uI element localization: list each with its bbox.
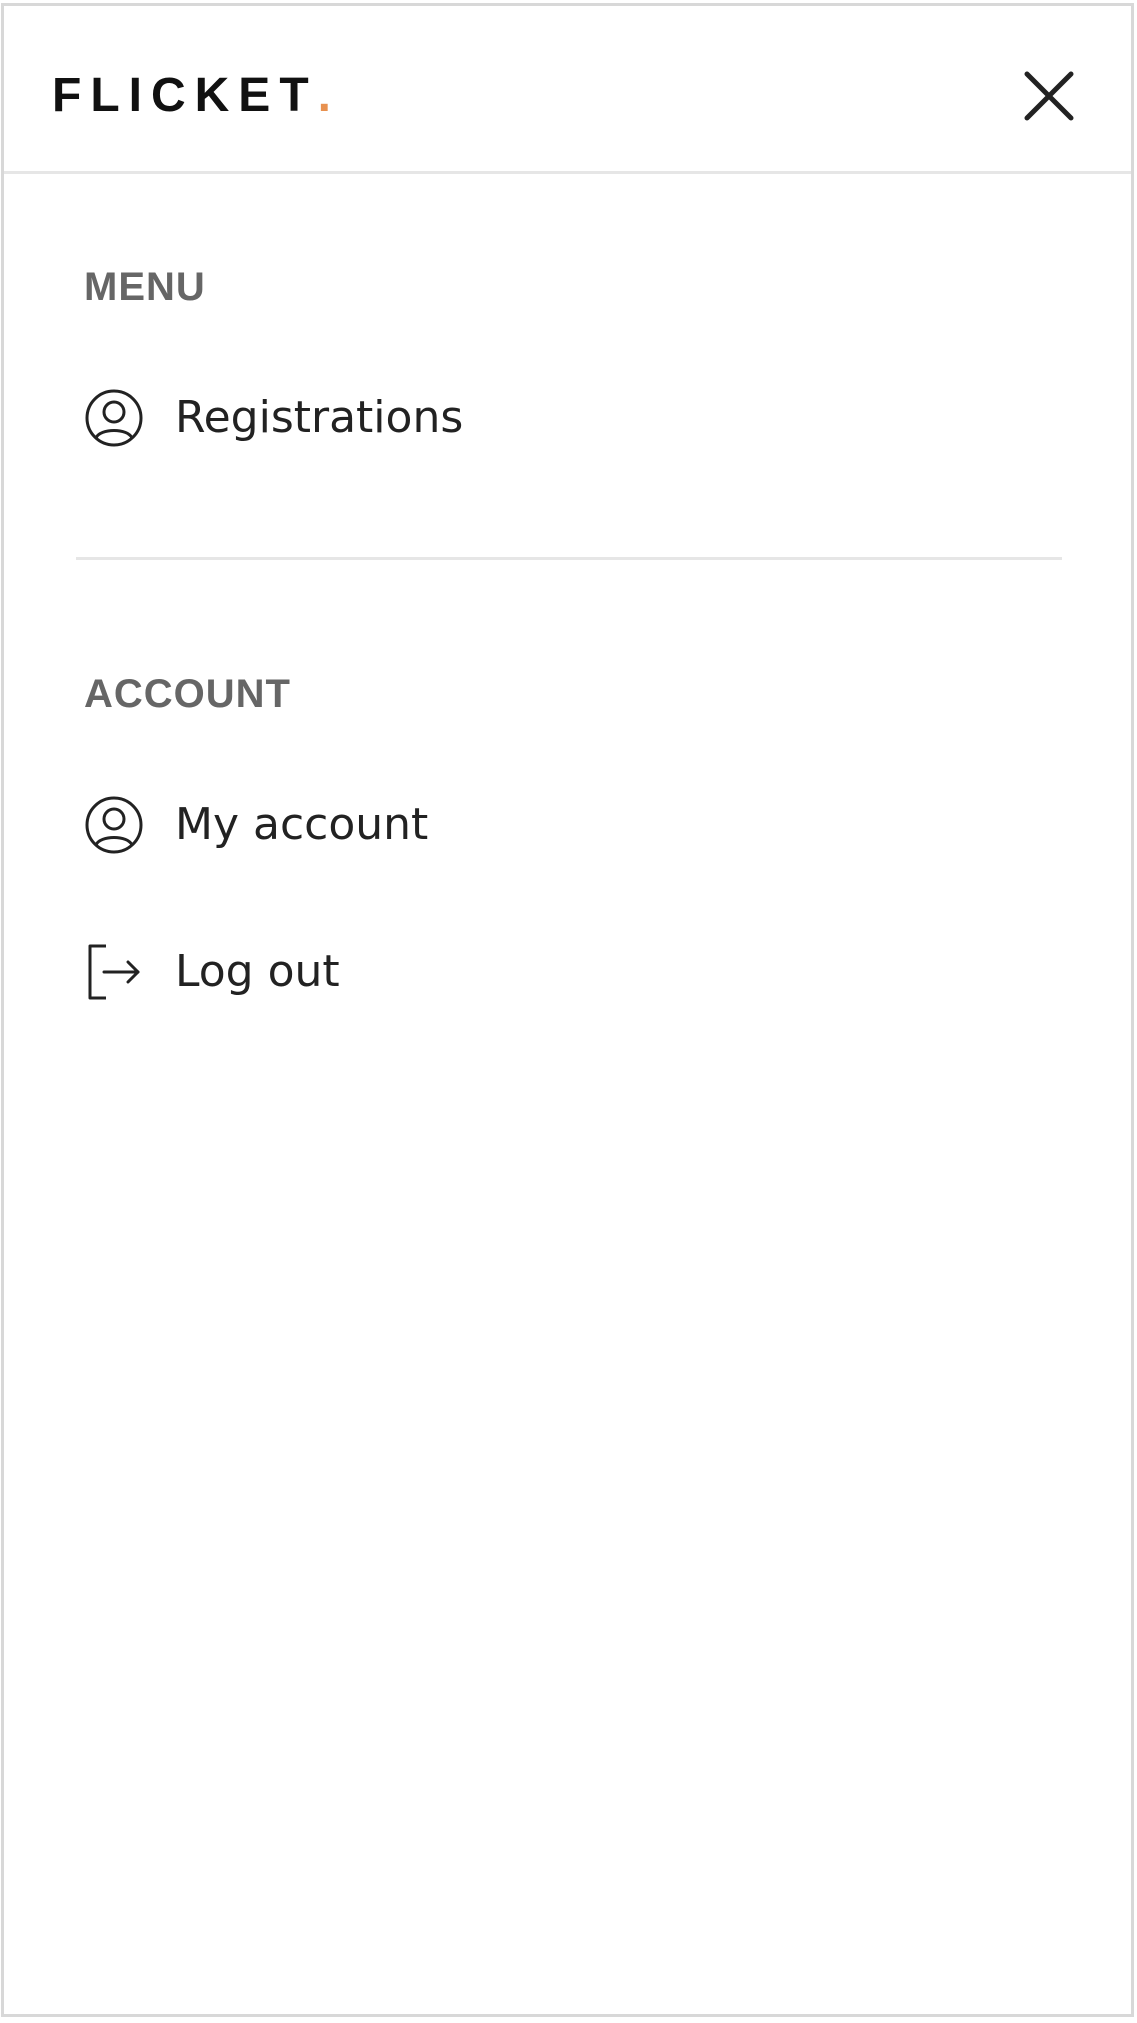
nav-item-registrations[interactable]: Registrations bbox=[84, 387, 463, 449]
nav-item-log-out[interactable]: Log out bbox=[84, 941, 340, 1003]
user-circle-icon bbox=[84, 388, 144, 448]
nav-item-label: My account bbox=[175, 799, 429, 850]
drawer-header: FLICKET. bbox=[4, 6, 1131, 174]
logout-icon bbox=[84, 942, 144, 1002]
nav-item-label: Log out bbox=[175, 946, 340, 997]
close-button[interactable] bbox=[1021, 68, 1077, 124]
nav-item-label: Registrations bbox=[175, 392, 464, 443]
flicket-logo[interactable]: FLICKET. bbox=[52, 68, 331, 124]
menu-section-title: MENU bbox=[84, 265, 206, 309]
user-circle-icon bbox=[84, 795, 144, 855]
account-section-title: ACCOUNT bbox=[84, 672, 291, 716]
logo-dot: . bbox=[317, 69, 331, 122]
mobile-menu-drawer: FLICKET. MENU Registrations ACCOUNT My a… bbox=[1, 3, 1134, 2017]
logo-text: FLICKET bbox=[52, 69, 318, 122]
nav-item-my-account[interactable]: My account bbox=[84, 794, 428, 856]
section-divider bbox=[76, 557, 1062, 560]
close-icon bbox=[1024, 71, 1074, 121]
